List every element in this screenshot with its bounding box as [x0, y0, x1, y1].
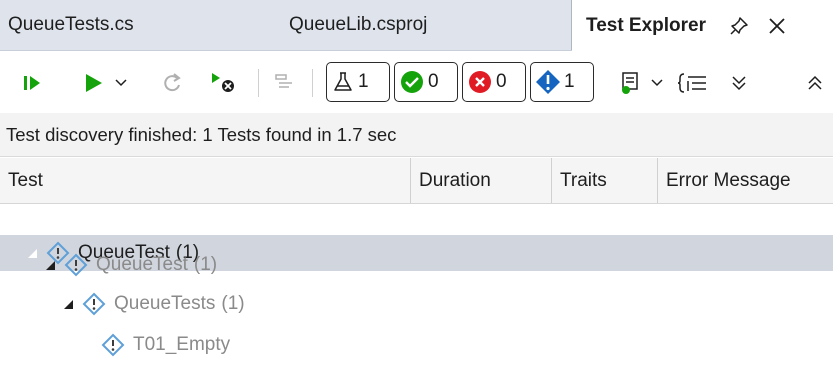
run-dropdown[interactable] [114, 66, 128, 100]
tree-row-class[interactable]: QueueTests (1) [0, 284, 833, 324]
chevron-down-icon [115, 79, 127, 87]
repeat-last-run-button[interactable] [160, 66, 186, 100]
tree-item-label: QueueTest [96, 254, 188, 275]
cancel-icon [275, 74, 292, 88]
run-all-icon [24, 76, 40, 90]
playlist-icon [622, 72, 638, 94]
double-chevron-down-icon [732, 76, 746, 91]
status-bar: Test discovery finished: 1 Tests found i… [0, 113, 833, 157]
column-label: Error Message [666, 169, 791, 191]
tree-row-namespace[interactable]: QueueTest (1) [0, 245, 833, 285]
column-header: Test Duration Traits Error Message [0, 158, 833, 204]
total-count: 1 [358, 71, 369, 92]
column-traits[interactable]: Traits [552, 158, 657, 203]
tab-queuelib-csproj[interactable]: QueueLib.csproj [246, 0, 572, 50]
not-run-count: 1 [564, 71, 575, 92]
tree-item-count: (1) [193, 254, 218, 275]
tab-label: Test Explorer [586, 14, 707, 36]
column-duration[interactable]: Duration [411, 158, 551, 203]
test-explorer-toolbar: 1 0 0 1 [0, 51, 833, 113]
run-failed-icon [212, 73, 234, 92]
toolbar-separator [312, 69, 313, 97]
document-tab-strip: QueueTests.cs QueueLib.csproj Test Explo… [0, 0, 833, 51]
flask-icon [334, 72, 352, 91]
run-all-tests-button[interactable] [20, 66, 44, 100]
column-label: Traits [560, 169, 607, 191]
tab-label: QueueLib.csproj [289, 14, 428, 35]
tree-item-label: QueueTests [114, 293, 216, 314]
not-run-warning-icon [101, 333, 125, 357]
expand-all-button[interactable] [728, 66, 750, 100]
collapse-all-button[interactable] [804, 66, 826, 100]
not-run-icon [536, 70, 560, 94]
toolbar-separator [258, 69, 259, 97]
tab-queuetests-cs[interactable]: QueueTests.cs [0, 0, 246, 50]
column-error-message[interactable]: Error Message [658, 158, 833, 203]
run-failed-tests-button[interactable] [208, 66, 238, 100]
total-tests-counter[interactable]: 1 [326, 62, 390, 102]
pin-icon[interactable] [726, 13, 752, 39]
column-label: Duration [419, 169, 491, 191]
passed-icon [401, 71, 423, 93]
playlist-button[interactable] [618, 66, 644, 100]
passed-tests-counter[interactable]: 0 [394, 62, 458, 102]
column-label: Test [8, 169, 43, 191]
passed-count: 0 [428, 71, 439, 92]
run-icon [86, 74, 102, 92]
status-text: Test discovery finished: 1 Tests found i… [6, 123, 397, 145]
run-tests-button[interactable] [80, 66, 106, 100]
not-run-warning-icon [64, 253, 88, 277]
expand-arrow-icon[interactable] [60, 296, 76, 312]
not-run-tests-counter[interactable]: 1 [530, 62, 594, 102]
column-test[interactable]: Test [0, 158, 410, 203]
not-run-warning-icon [82, 292, 106, 316]
playlist-dropdown[interactable] [650, 66, 664, 100]
repeat-icon [164, 73, 181, 92]
tab-label: QueueTests.cs [8, 14, 134, 35]
expand-arrow-icon[interactable] [42, 257, 58, 273]
group-by-button[interactable] [676, 66, 710, 100]
chevron-down-icon [651, 79, 663, 87]
group-by-icon [677, 73, 706, 93]
cancel-button[interactable] [272, 66, 298, 100]
tree-item-label: T01_Empty [133, 334, 231, 355]
double-chevron-up-icon [808, 75, 822, 90]
failed-tests-counter[interactable]: 0 [462, 62, 526, 102]
close-icon[interactable] [764, 13, 790, 39]
failed-count: 0 [496, 71, 507, 92]
tree-row-test[interactable]: T01_Empty [0, 325, 833, 365]
failed-icon [469, 71, 491, 93]
tab-test-explorer[interactable]: Test Explorer [572, 0, 833, 51]
tree-item-count: (1) [221, 293, 245, 314]
